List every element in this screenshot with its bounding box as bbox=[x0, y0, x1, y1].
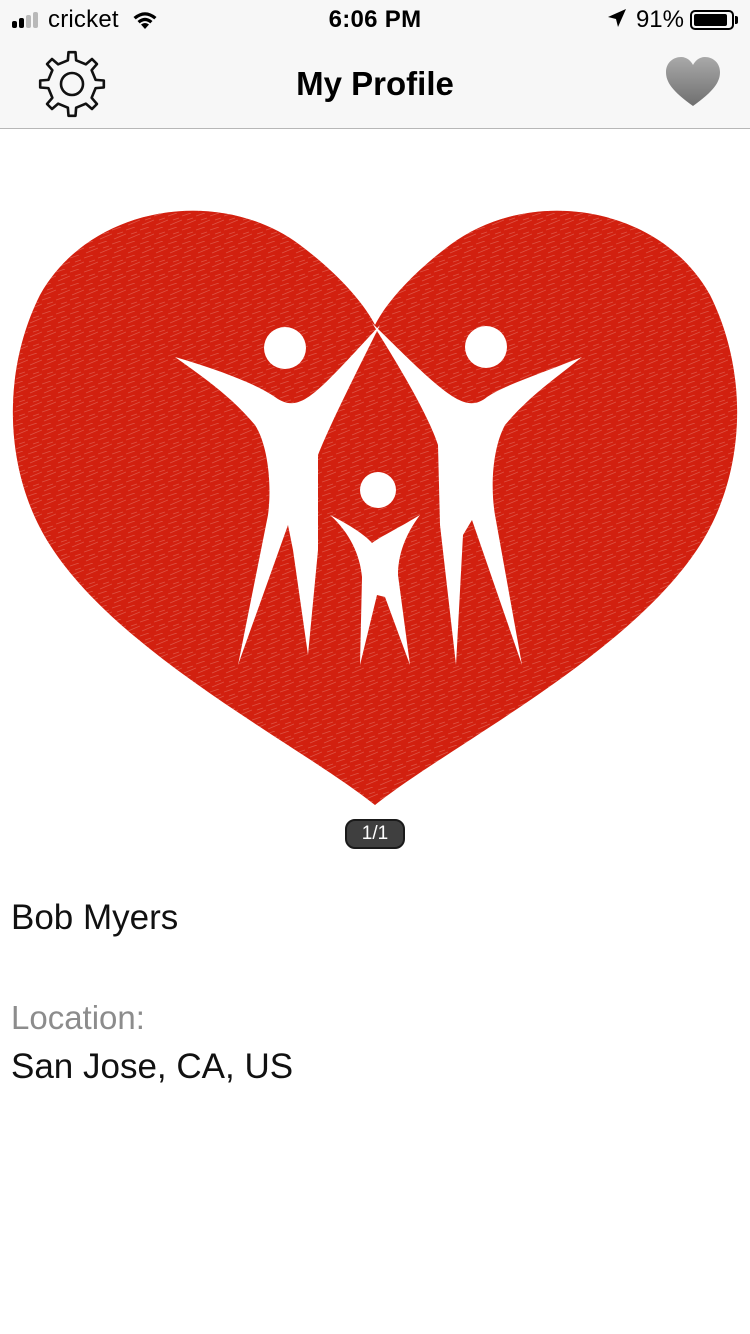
status-bar: cricket 6:06 PM 91% bbox=[0, 0, 750, 40]
battery-percent: 91% bbox=[635, 6, 684, 33]
photo-pager-badge: 1/1 bbox=[345, 819, 405, 849]
location-value: San Jose, CA, US bbox=[11, 1047, 294, 1086]
heart-icon bbox=[666, 57, 720, 106]
battery-icon bbox=[690, 10, 734, 30]
page-title: My Profile bbox=[296, 65, 454, 102]
navigation-bar: My Profile bbox=[0, 40, 750, 129]
profile-photo[interactable] bbox=[0, 185, 750, 805]
location-arrow-icon bbox=[606, 7, 628, 34]
favorite-button[interactable] bbox=[662, 52, 724, 114]
profile-name: Bob Myers bbox=[11, 898, 179, 937]
family-heart-logo bbox=[12, 210, 738, 805]
battery-level bbox=[694, 14, 727, 26]
location-label: Location: bbox=[11, 999, 145, 1036]
battery-tip bbox=[735, 16, 738, 24]
status-right: 91% bbox=[606, 6, 738, 34]
